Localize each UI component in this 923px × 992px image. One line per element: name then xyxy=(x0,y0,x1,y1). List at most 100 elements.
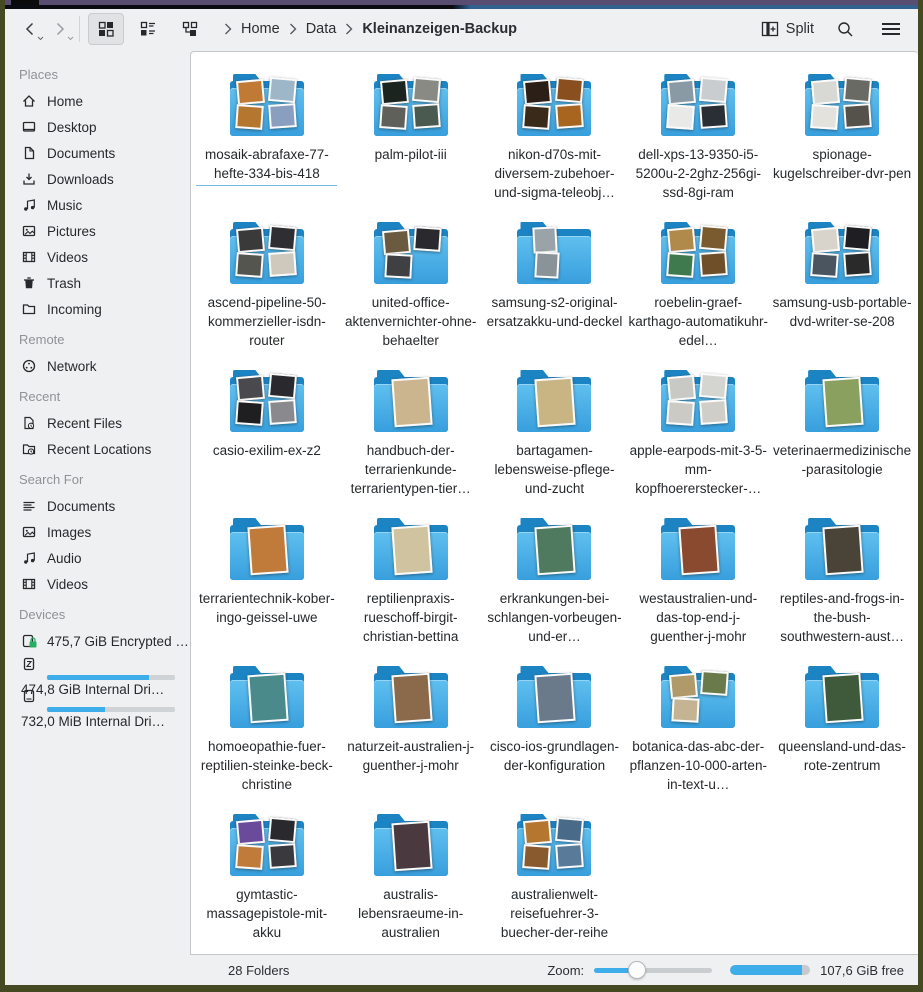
folder-name-label: ascend-pipeline-50-kommerzieller-isdn-ro… xyxy=(196,293,337,350)
folder-item[interactable]: homoeopathie-fuer-reptilien-steinke-beck… xyxy=(196,660,338,808)
back-dropdown-caret[interactable] xyxy=(37,36,44,41)
sidebar-item-audio[interactable]: Audio xyxy=(5,545,190,571)
photo-thumbnail xyxy=(236,819,265,845)
blue-folder-icon xyxy=(661,74,735,136)
folder-item[interactable]: palm-pilot-iii xyxy=(340,68,482,216)
search-button[interactable] xyxy=(830,14,860,44)
blue-folder-icon xyxy=(230,370,304,432)
toolbar-separator xyxy=(79,16,80,42)
image-icon xyxy=(21,524,37,540)
sidebar-item-trash[interactable]: Trash xyxy=(5,270,190,296)
sidebar-item-475-7-gib-encrypted[interactable]: 475,7 GiB Encrypted … xyxy=(5,628,190,654)
status-bar: 28 Folders Zoom: 107,6 GiB free xyxy=(5,955,918,985)
folder-item[interactable]: australienwelt-reisefuehrer-3-buecher-de… xyxy=(483,808,625,955)
breadcrumb-current-folder[interactable]: Kleinanzeigen-Backup xyxy=(362,21,517,37)
folder-item[interactable]: samsung-s2-original-ersatzakku-und-decke… xyxy=(483,216,625,364)
folder-name-label: australienwelt-reisefuehrer-3-buecher-de… xyxy=(484,885,625,942)
folder-item[interactable]: terrarientechnik-kober-ingo-geissel-uwe xyxy=(196,512,338,660)
home-icon xyxy=(21,93,37,109)
sidebar-item-recent-files[interactable]: Recent Files xyxy=(5,410,190,436)
folder-item[interactable]: queensland-und-das-rote-zentrum xyxy=(771,660,913,808)
folder-name-label: nikon-d70s-mit-diversem-zubehoer-und-sig… xyxy=(484,145,625,202)
photo-thumbnail xyxy=(843,103,872,129)
sidebar-item-music[interactable]: Music xyxy=(5,192,190,218)
sidebar-item-recent-locations[interactable]: Recent Locations xyxy=(5,436,190,462)
sidebar-item-incoming[interactable]: Incoming xyxy=(5,296,190,322)
sidebar-item-732-0-mib-internal-dri[interactable]: 732,0 MiB Internal Dri… xyxy=(5,686,190,718)
details-view-button[interactable] xyxy=(130,13,166,45)
sidebar-item-pictures[interactable]: Pictures xyxy=(5,218,190,244)
folder-item[interactable]: australis-lebensraeume-in-australien xyxy=(340,808,482,955)
titlebar-stripe xyxy=(5,0,918,5)
photo-thumbnail xyxy=(535,377,576,428)
disk-capacity-bar xyxy=(730,965,810,975)
photo-thumbnail xyxy=(667,79,696,105)
dolphin-window: Home Data Kleinanzeigen-Backup Split xyxy=(0,0,923,992)
folder-item[interactable]: westaustralien-und-das-top-end-j-guenthe… xyxy=(627,512,769,660)
sidebar-item-images[interactable]: Images xyxy=(5,519,190,545)
folder-item[interactable]: spionage-kugelschreiber-dvr-pen xyxy=(771,68,913,216)
folder-item[interactable]: united-office-aktenvernichter-ohne-behae… xyxy=(340,216,482,364)
sidebar-item-documents[interactable]: Documents xyxy=(5,493,190,519)
titlebar-corner-box xyxy=(11,0,39,5)
icons-view-button[interactable] xyxy=(88,13,124,45)
sidebar-item-network[interactable]: Network xyxy=(5,353,190,379)
photo-thumbnail xyxy=(699,251,728,277)
folder-item[interactable]: apple-earpods-mit-3-5-mm-kopfhoerersteck… xyxy=(627,364,769,512)
photo-thumbnail xyxy=(236,79,265,105)
photo-thumbnail xyxy=(236,375,265,401)
photo-thumbnail xyxy=(843,77,872,103)
menu-button[interactable] xyxy=(876,14,906,44)
folder-item[interactable]: cisco-ios-grundlagen-der-konfiguration xyxy=(483,660,625,808)
folder-item[interactable]: casio-exilim-ex-z2 xyxy=(196,364,338,512)
breadcrumb-data[interactable]: Data xyxy=(306,21,337,37)
breadcrumb-home[interactable]: Home xyxy=(241,21,280,37)
folder-item[interactable]: gymtastic-massagepistole-mit-akku xyxy=(196,808,338,955)
folder-item[interactable]: bartagamen-lebensweise-pflege-und-zucht xyxy=(483,364,625,512)
folder-item[interactable]: reptilienpraxis-rueschoff-birgit-christi… xyxy=(340,512,482,660)
forward-dropdown-caret[interactable] xyxy=(67,36,74,41)
photo-thumbnail xyxy=(555,77,584,103)
folder-item[interactable]: botanica-das-abc-der-pflanzen-10-000-art… xyxy=(627,660,769,808)
folder-item[interactable]: ascend-pipeline-50-kommerzieller-isdn-ro… xyxy=(196,216,338,364)
blue-folder-icon xyxy=(374,518,448,580)
sidebar-item-downloads[interactable]: Downloads xyxy=(5,166,190,192)
photo-thumbnail xyxy=(268,77,297,103)
recent-folder-icon xyxy=(21,441,37,457)
folder-item[interactable]: mosaik-abrafaxe-77-hefte-334-bis-418 xyxy=(196,68,338,216)
folder-name-label: reptilienpraxis-rueschoff-birgit-christi… xyxy=(340,589,481,646)
split-button[interactable]: Split xyxy=(761,21,814,37)
disk-capacity-fill xyxy=(730,965,802,975)
zoom-slider-handle[interactable] xyxy=(628,961,646,979)
zoom-slider[interactable] xyxy=(594,961,712,979)
sidebar-item-desktop[interactable]: Desktop xyxy=(5,114,190,140)
folder-item[interactable]: reptiles-and-frogs-in-the-bush-southwest… xyxy=(771,512,913,660)
forward-button[interactable] xyxy=(45,14,75,44)
sidebar-item-label: Audio xyxy=(47,551,82,566)
folder-item[interactable]: dell-xps-13-9350-i5-5200u-2-2ghz-256gi-s… xyxy=(627,68,769,216)
folder-item[interactable]: veterinaermedizinische-parasitologie xyxy=(771,364,913,512)
photo-thumbnail xyxy=(533,226,558,253)
folder-item[interactable]: nikon-d70s-mit-diversem-zubehoer-und-sig… xyxy=(483,68,625,216)
folder-item[interactable]: roebelin-graef-karthago-automatikuhr-ede… xyxy=(627,216,769,364)
back-button[interactable] xyxy=(15,14,45,44)
folder-item[interactable]: samsung-usb-portable-dvd-writer-se-208 xyxy=(771,216,913,364)
music-icon xyxy=(21,197,37,213)
folder-name-label: samsung-usb-portable-dvd-writer-se-208 xyxy=(772,293,913,331)
folder-item[interactable]: handbuch-der-terrarienkunde-terrarientyp… xyxy=(340,364,482,512)
folder-name-label: palm-pilot-iii xyxy=(375,145,447,164)
sidebar-item-label: Documents xyxy=(47,146,115,161)
sidebar-item-474-8-gib-internal-dri[interactable]: 474,8 GiB Internal Dri… xyxy=(5,654,190,686)
sidebar-item-videos[interactable]: Videos xyxy=(5,244,190,270)
sidebar-item-videos[interactable]: Videos xyxy=(5,571,190,597)
sidebar-item-documents[interactable]: Documents xyxy=(5,140,190,166)
folder-item[interactable]: erkrankungen-bei-schlangen-vorbeugen-und… xyxy=(483,512,625,660)
film-icon xyxy=(21,249,37,265)
photo-thumbnail xyxy=(699,399,728,425)
trash-icon xyxy=(21,275,37,291)
sidebar-item-home[interactable]: Home xyxy=(5,88,190,114)
tree-view-button[interactable] xyxy=(172,13,208,45)
folder-item[interactable]: naturzeit-australien-j-guenther-j-mohr xyxy=(340,660,482,808)
photo-thumbnail xyxy=(268,817,297,843)
sidebar-item-label: Trash xyxy=(47,276,81,291)
